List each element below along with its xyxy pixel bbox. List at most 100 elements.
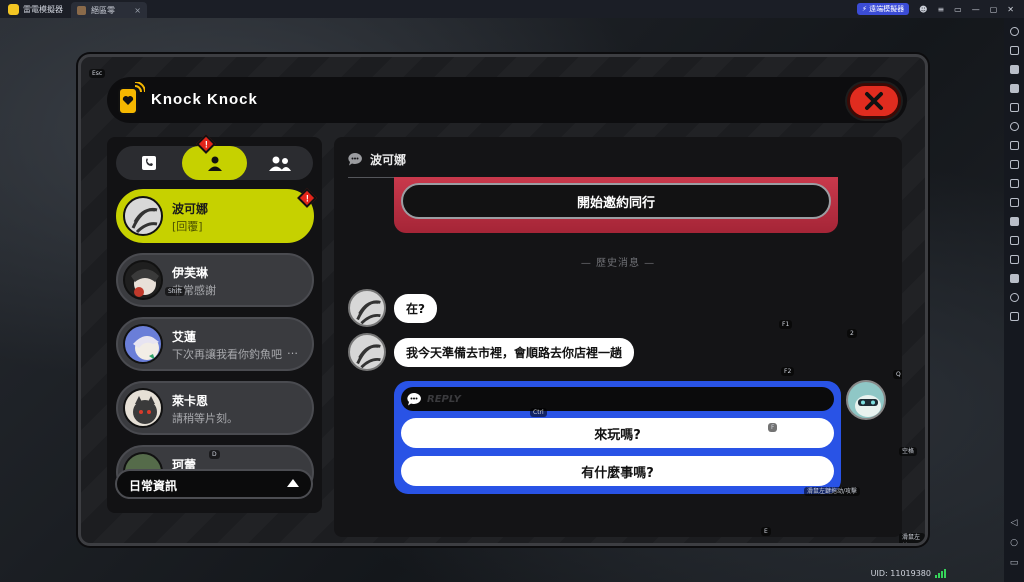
keyhint-q: Q [893,370,902,379]
phonebook-icon [141,156,156,170]
scissors-icon[interactable] [1009,198,1019,207]
keyhint-left-drag: 滑鼠左鍵 [899,533,925,543]
close-icon [865,92,883,110]
emulator-titlebar: 雷電模擬器 絕區零 × ⚡ 遠端模擬器 ☻ ≡ ▭ — ▢ ✕ [0,0,1024,18]
message-row: 在? [348,289,437,327]
keyboard-icon[interactable] [1009,46,1019,55]
emulator-logo-icon [8,3,19,15]
contact-last-message: 請稍等片刻。 [172,412,238,425]
account-icon[interactable]: ☻ [919,5,927,14]
tab-game-title: 絕區零 [91,5,115,15]
tab-game[interactable]: 絕區零 × [71,2,147,18]
knock-knock-panel: Esc Knock Knock ! 波可娜 [回覆] ! 伊芙琳 非常感謝 Sh… [78,54,928,546]
contact-name: 萊卡恩 [172,394,209,408]
volume-down-icon[interactable] [1009,84,1019,93]
remote-emulator-button[interactable]: ⚡ 遠端模擬器 [856,3,910,15]
screenshot-icon[interactable] [1009,141,1019,150]
more-icon[interactable] [1009,312,1019,321]
uid-text: UID: 11019380 [870,569,931,578]
daily-info-label: 日常資訊 [129,479,178,493]
home-icon[interactable]: ○ [1010,538,1018,548]
sync-icon[interactable] [1009,236,1019,245]
reply-panel: REPLY 來玩嗎? 有什麼事嗎? [394,381,841,494]
video-icon[interactable] [1009,217,1019,226]
message-bubble: 在? [394,293,437,323]
tab-phonebook[interactable] [116,146,182,180]
panel-title: Knock Knock [151,91,258,108]
chat-panel: 波可娜 開始邀約同行 — 歷史消息 — 在? 我今天準備去市裡，會順路去你店裡一… [334,137,902,537]
shake-icon[interactable] [1009,255,1019,264]
chat-title: 波可娜 [370,153,407,167]
daily-info-toggle[interactable]: 日常資訊 [115,469,313,499]
game-viewport: Esc Knock Knock ! 波可娜 [回覆] ! 伊芙琳 非常感謝 Sh… [0,18,1004,582]
panel-header: Knock Knock [107,77,907,123]
avatar [348,289,386,327]
close-button[interactable] [847,83,901,119]
keyhint-shift: Shift [165,287,185,296]
uid-display: UID: 11019380 [871,569,946,578]
window-mode-icon[interactable]: ▭ [954,5,962,14]
tab-close-icon[interactable]: × [134,6,141,15]
avatar [123,196,163,236]
reply-label: REPLY [427,393,461,405]
keyhint-f: F [768,423,778,432]
start-invite-button[interactable]: 開始邀約同行 [401,183,831,219]
tab-single-chat[interactable] [181,146,248,180]
phone-heart-icon [113,77,147,123]
chat-header: 波可娜 [348,151,406,168]
menu-icon[interactable]: ≡ [937,5,944,14]
history-divider-label: — 歷史消息 — [580,258,656,269]
minimize-icon[interactable]: — [972,5,980,14]
window-close-icon[interactable]: ✕ [1007,5,1014,14]
game-tab-icon [77,5,86,15]
player-avatar [846,380,886,420]
keyhint-f2: F2 [781,367,795,376]
contact-last-message: [回覆] [172,220,203,233]
more-icon: … [287,344,298,357]
contact-item-ellen[interactable]: 艾蓮 下次再讓我看你釣魚吧 … [116,317,314,371]
keyhint-space: 空格 [899,447,918,456]
recent-apps-icon[interactable]: ▭ [1010,558,1019,568]
emulator-app[interactable]: 雷電模擬器 [0,0,71,18]
apk-install-icon[interactable] [1009,160,1019,169]
folder-icon[interactable] [1009,274,1019,283]
contact-item-evelyn[interactable]: 伊芙琳 非常感謝 [116,253,314,307]
avatar [123,260,163,300]
keyhint-d: D [209,450,220,459]
message-bubble: 我今天準備去市裡，會順路去你店裡一趟 [394,337,635,367]
emulator-app-name: 雷電模擬器 [23,4,63,14]
back-icon[interactable]: ◁ [1011,518,1018,528]
keyhint-drag-attack: 滑鼠左鍵拖动/攻擊 [804,487,861,496]
contact-tabs [116,146,313,180]
tab-group-chat[interactable] [247,146,313,180]
fullscreen-icon[interactable] [1009,103,1019,112]
avatar [123,388,163,428]
keyhint-ctrl: Ctrl [530,408,547,417]
settings-icon[interactable] [1009,27,1019,36]
multi-instance-icon[interactable] [1009,179,1019,188]
signal-icon [935,569,946,578]
expand-up-icon [287,479,299,487]
contact-item-lycaon[interactable]: 萊卡恩 請稍等片刻。 [116,381,314,435]
group-icon [269,156,292,171]
reply-header: REPLY [401,387,834,411]
chat-bubble-icon [407,392,421,405]
contact-item-bokona[interactable]: 波可娜 [回覆] [116,189,314,243]
keyhint-e: E [761,527,771,536]
keyhint-2: 2 [847,329,857,338]
chat-bubble-icon [348,153,362,166]
screen-record-icon[interactable] [1009,122,1019,131]
reply-option[interactable]: 有什麼事嗎? [401,456,834,486]
maximize-icon[interactable]: ▢ [990,5,998,14]
message-row: 我今天準備去市裡，會順路去你店裡一趟 [348,333,635,371]
contact-name: 伊芙琳 [172,266,209,280]
emulator-sidebar: ◁ ○ ▭ [1004,18,1024,582]
invite-card: 開始邀約同行 [394,177,838,233]
location-icon[interactable] [1009,293,1019,302]
volume-up-icon[interactable] [1009,65,1019,74]
contacts-panel: ! 波可娜 [回覆] ! 伊芙琳 非常感謝 Shift 艾蓮 下次再讓我看你釣魚… [107,134,322,513]
avatar [348,333,386,371]
contact-last-message: 下次再讓我看你釣魚吧 [172,348,282,361]
avatar [123,324,163,364]
keyhint-esc: Esc [89,69,106,78]
